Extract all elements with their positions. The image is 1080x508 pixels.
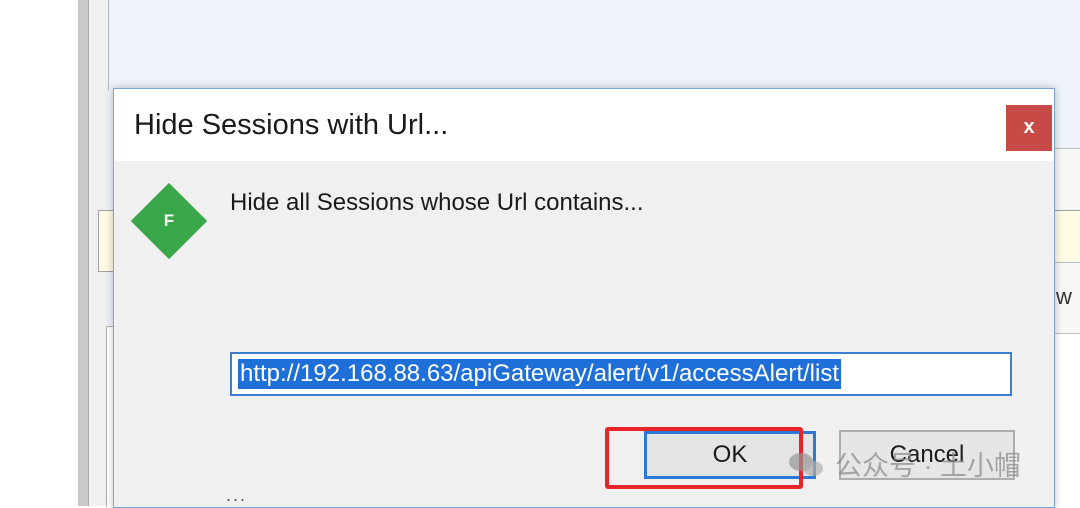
dialog-title: Hide Sessions with Url... [134, 109, 449, 141]
app-icon-letter: F [163, 211, 175, 230]
url-input[interactable]: http://192.168.88.63/apiGateway/alert/v1… [230, 352, 1012, 396]
dialog-titlebar[interactable]: Hide Sessions with Url... x [114, 89, 1054, 161]
background-partial-text: ... [226, 485, 248, 501]
dialog-message: Hide all Sessions whose Url contains... [230, 189, 644, 216]
url-input-selected-text: http://192.168.88.63/apiGateway/alert/v1… [238, 359, 842, 389]
background-top-panel [108, 0, 1080, 90]
watermark: 公众号 · 土小帽 [787, 444, 1021, 483]
close-button[interactable]: x [1006, 105, 1052, 151]
background-partial-label: w [1056, 284, 1072, 309]
background-right-panel [1052, 148, 1080, 209]
watermark-text: 公众号 · 土小帽 [835, 451, 1021, 481]
close-icon: x [1023, 116, 1035, 138]
background-window-frame [78, 0, 88, 506]
wechat-icon [787, 449, 827, 479]
desktop-left-area [0, 0, 78, 506]
